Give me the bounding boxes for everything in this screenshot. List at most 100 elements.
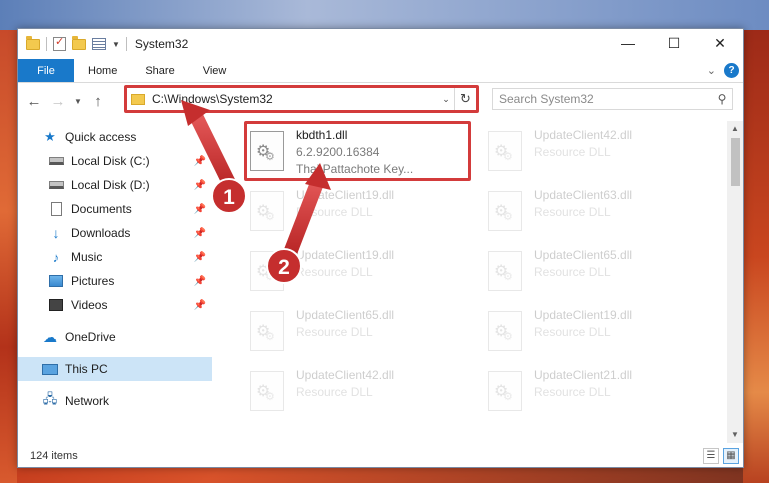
dll-file-icon bbox=[250, 251, 284, 291]
address-bar[interactable]: C:\Windows\System32 ⌄ ↻ bbox=[126, 87, 477, 111]
sidebar-item-downloads[interactable]: ↓ Downloads 📌 bbox=[18, 221, 212, 245]
file-name: UpdateClient19.dll bbox=[296, 188, 395, 202]
close-button[interactable]: ✕ bbox=[697, 29, 743, 57]
file-item[interactable]: UpdateClient21.dll Resource DLL bbox=[488, 367, 708, 421]
folder-icon bbox=[131, 93, 145, 105]
file-name: UpdateClient65.dll bbox=[534, 248, 633, 262]
forward-button[interactable]: → bbox=[46, 89, 70, 113]
scrollbar-thumb[interactable] bbox=[731, 138, 740, 186]
pin-icon[interactable]: 📌 bbox=[194, 276, 206, 287]
this-pc-icon bbox=[42, 362, 58, 376]
file-item[interactable]: UpdateClient42.dll Resource DLL bbox=[488, 127, 708, 181]
sidebar-item-label: Network bbox=[65, 394, 110, 408]
tiles-view-icon[interactable]: ▦ bbox=[723, 448, 739, 464]
pin-icon[interactable]: 📌 bbox=[194, 228, 206, 239]
vertical-scrollbar[interactable]: ▲ ▼ bbox=[727, 121, 743, 443]
ribbon-tabs: File Home Share View ⌄ ? bbox=[18, 59, 743, 83]
sidebar-item-this-pc[interactable]: This PC bbox=[18, 357, 212, 381]
recent-locations-chevron-icon[interactable]: ▼ bbox=[70, 89, 86, 113]
up-button[interactable]: ↑ bbox=[86, 89, 110, 113]
sidebar-item-pictures[interactable]: Pictures 📌 bbox=[18, 269, 212, 293]
pin-icon[interactable]: 📌 bbox=[194, 252, 206, 263]
onedrive-icon: ☁ bbox=[43, 328, 57, 345]
sidebar-item-label: Quick access bbox=[65, 130, 137, 144]
tab-file[interactable]: File bbox=[18, 59, 74, 82]
customize-toolbar-chevron-icon[interactable]: ▼ bbox=[112, 40, 120, 49]
file-name: UpdateClient63.dll bbox=[534, 188, 633, 202]
window-title: System32 bbox=[134, 37, 189, 51]
scroll-down-arrow-icon[interactable]: ▼ bbox=[727, 427, 743, 443]
sidebar-item-onedrive[interactable]: ☁ OneDrive bbox=[18, 325, 212, 349]
toolbar-separator bbox=[46, 37, 47, 51]
pin-icon[interactable]: 📌 bbox=[194, 204, 206, 215]
minimize-button[interactable]: — bbox=[605, 29, 651, 57]
sidebar-item-network[interactable]: 🖧 Network bbox=[18, 389, 212, 413]
dll-file-icon bbox=[488, 371, 522, 411]
properties-icon[interactable] bbox=[53, 35, 66, 51]
file-item[interactable]: UpdateClient65.dll Resource DLL bbox=[488, 247, 708, 301]
sidebar-item-local-disk-c[interactable]: Local Disk (C:) 📌 bbox=[18, 149, 212, 173]
file-type: Resource DLL bbox=[534, 385, 611, 399]
address-history-chevron-icon[interactable]: ⌄ bbox=[438, 94, 454, 105]
tab-view[interactable]: View bbox=[189, 59, 241, 82]
desktop-background-left bbox=[0, 30, 17, 483]
sidebar-item-documents[interactable]: Documents 📌 bbox=[18, 197, 212, 221]
item-count: 124 items bbox=[30, 450, 78, 462]
file-item[interactable]: UpdateClient65.dll Resource DLL bbox=[250, 307, 470, 361]
quick-access-toolbar: ▼ bbox=[26, 35, 127, 51]
file-name: UpdateClient42.dll bbox=[534, 128, 633, 142]
search-placeholder[interactable]: Search System32 bbox=[499, 92, 712, 106]
sidebar-item-label: This PC bbox=[65, 362, 108, 376]
back-button[interactable]: ← bbox=[22, 89, 46, 113]
view-options-icon[interactable] bbox=[92, 38, 106, 50]
scroll-up-arrow-icon[interactable]: ▲ bbox=[727, 121, 743, 137]
new-folder-icon[interactable] bbox=[72, 35, 86, 50]
sidebar-item-label: OneDrive bbox=[65, 330, 116, 344]
file-type: Resource DLL bbox=[534, 325, 611, 339]
sidebar-item-local-disk-d[interactable]: Local Disk (D:) 📌 bbox=[18, 173, 212, 197]
star-icon: ★ bbox=[44, 129, 56, 144]
file-list: kbdth1.dll 6.2.9200.16384 Thai Pattachot… bbox=[228, 121, 726, 443]
address-path[interactable]: C:\Windows\System32 bbox=[152, 92, 438, 106]
navigation-pane: ★ Quick access Local Disk (C:) 📌 Local D… bbox=[18, 121, 212, 443]
file-name: UpdateClient65.dll bbox=[296, 308, 395, 322]
file-name: UpdateClient42.dll bbox=[296, 368, 395, 382]
file-item[interactable]: UpdateClient19.dll Resource DLL bbox=[250, 247, 470, 301]
dll-file-icon bbox=[488, 131, 522, 171]
window-controls: — ☐ ✕ bbox=[605, 29, 743, 57]
sidebar-item-label: Music bbox=[71, 250, 103, 264]
tab-home[interactable]: Home bbox=[74, 59, 131, 82]
file-name: UpdateClient21.dll bbox=[534, 368, 633, 382]
downloads-icon: ↓ bbox=[52, 225, 60, 241]
help-icon[interactable]: ? bbox=[724, 63, 739, 78]
toolbar-separator bbox=[125, 37, 127, 51]
pin-icon[interactable]: 📌 bbox=[194, 180, 206, 191]
search-input[interactable]: Search System32 ⚲ bbox=[492, 88, 733, 110]
dll-file-icon bbox=[488, 191, 522, 231]
pin-icon[interactable]: 📌 bbox=[194, 300, 206, 311]
file-item[interactable]: UpdateClient19.dll Resource DLL bbox=[488, 307, 708, 361]
expand-ribbon-chevron-icon[interactable]: ⌄ bbox=[707, 64, 716, 77]
refresh-icon[interactable]: ↻ bbox=[454, 88, 476, 110]
file-item[interactable]: UpdateClient63.dll Resource DLL bbox=[488, 187, 708, 241]
file-name: UpdateClient19.dll bbox=[534, 308, 633, 322]
sidebar-item-quick-access[interactable]: ★ Quick access bbox=[18, 125, 212, 149]
pin-icon[interactable]: 📌 bbox=[194, 156, 206, 167]
maximize-button[interactable]: ☐ bbox=[651, 29, 697, 57]
sidebar-item-label: Local Disk (C:) bbox=[71, 154, 150, 168]
details-view-icon[interactable]: ☰ bbox=[703, 448, 719, 464]
documents-icon bbox=[48, 202, 64, 216]
file-item[interactable]: UpdateClient42.dll Resource DLL bbox=[250, 367, 470, 421]
view-switcher: ☰ ▦ bbox=[703, 448, 739, 464]
file-type: Resource DLL bbox=[534, 265, 611, 279]
file-type: Resource DLL bbox=[296, 385, 373, 399]
tab-share[interactable]: Share bbox=[131, 59, 188, 82]
file-type: Resource DLL bbox=[296, 325, 373, 339]
file-item[interactable]: UpdateClient19.dll Resource DLL bbox=[250, 187, 470, 241]
file-type: Resource DLL bbox=[534, 145, 611, 159]
dll-file-icon bbox=[488, 311, 522, 351]
desktop-background-sky bbox=[0, 0, 769, 30]
search-icon[interactable]: ⚲ bbox=[712, 92, 732, 106]
sidebar-item-videos[interactable]: Videos 📌 bbox=[18, 293, 212, 317]
sidebar-item-music[interactable]: ♪ Music 📌 bbox=[18, 245, 212, 269]
